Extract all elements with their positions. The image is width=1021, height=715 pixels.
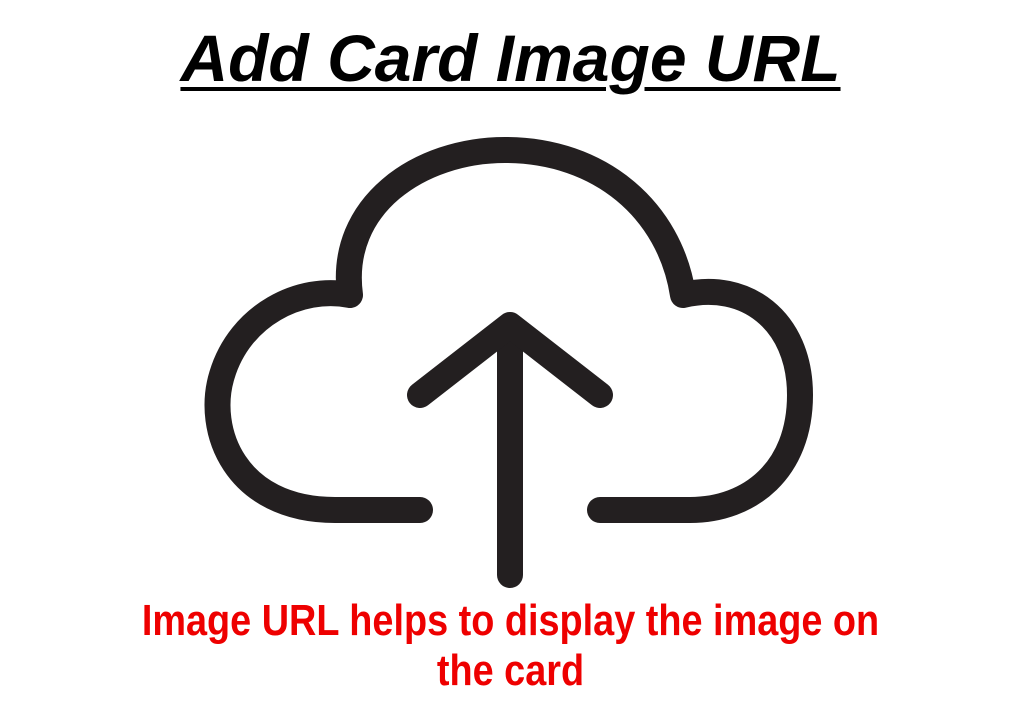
page: Add Card Image URL Image URL helps to di… — [0, 0, 1021, 715]
page-title: Add Card Image URL — [180, 21, 841, 95]
caption-text: Image URL helps to display the image on … — [141, 596, 880, 695]
cloud-upload-icon — [200, 130, 821, 590]
